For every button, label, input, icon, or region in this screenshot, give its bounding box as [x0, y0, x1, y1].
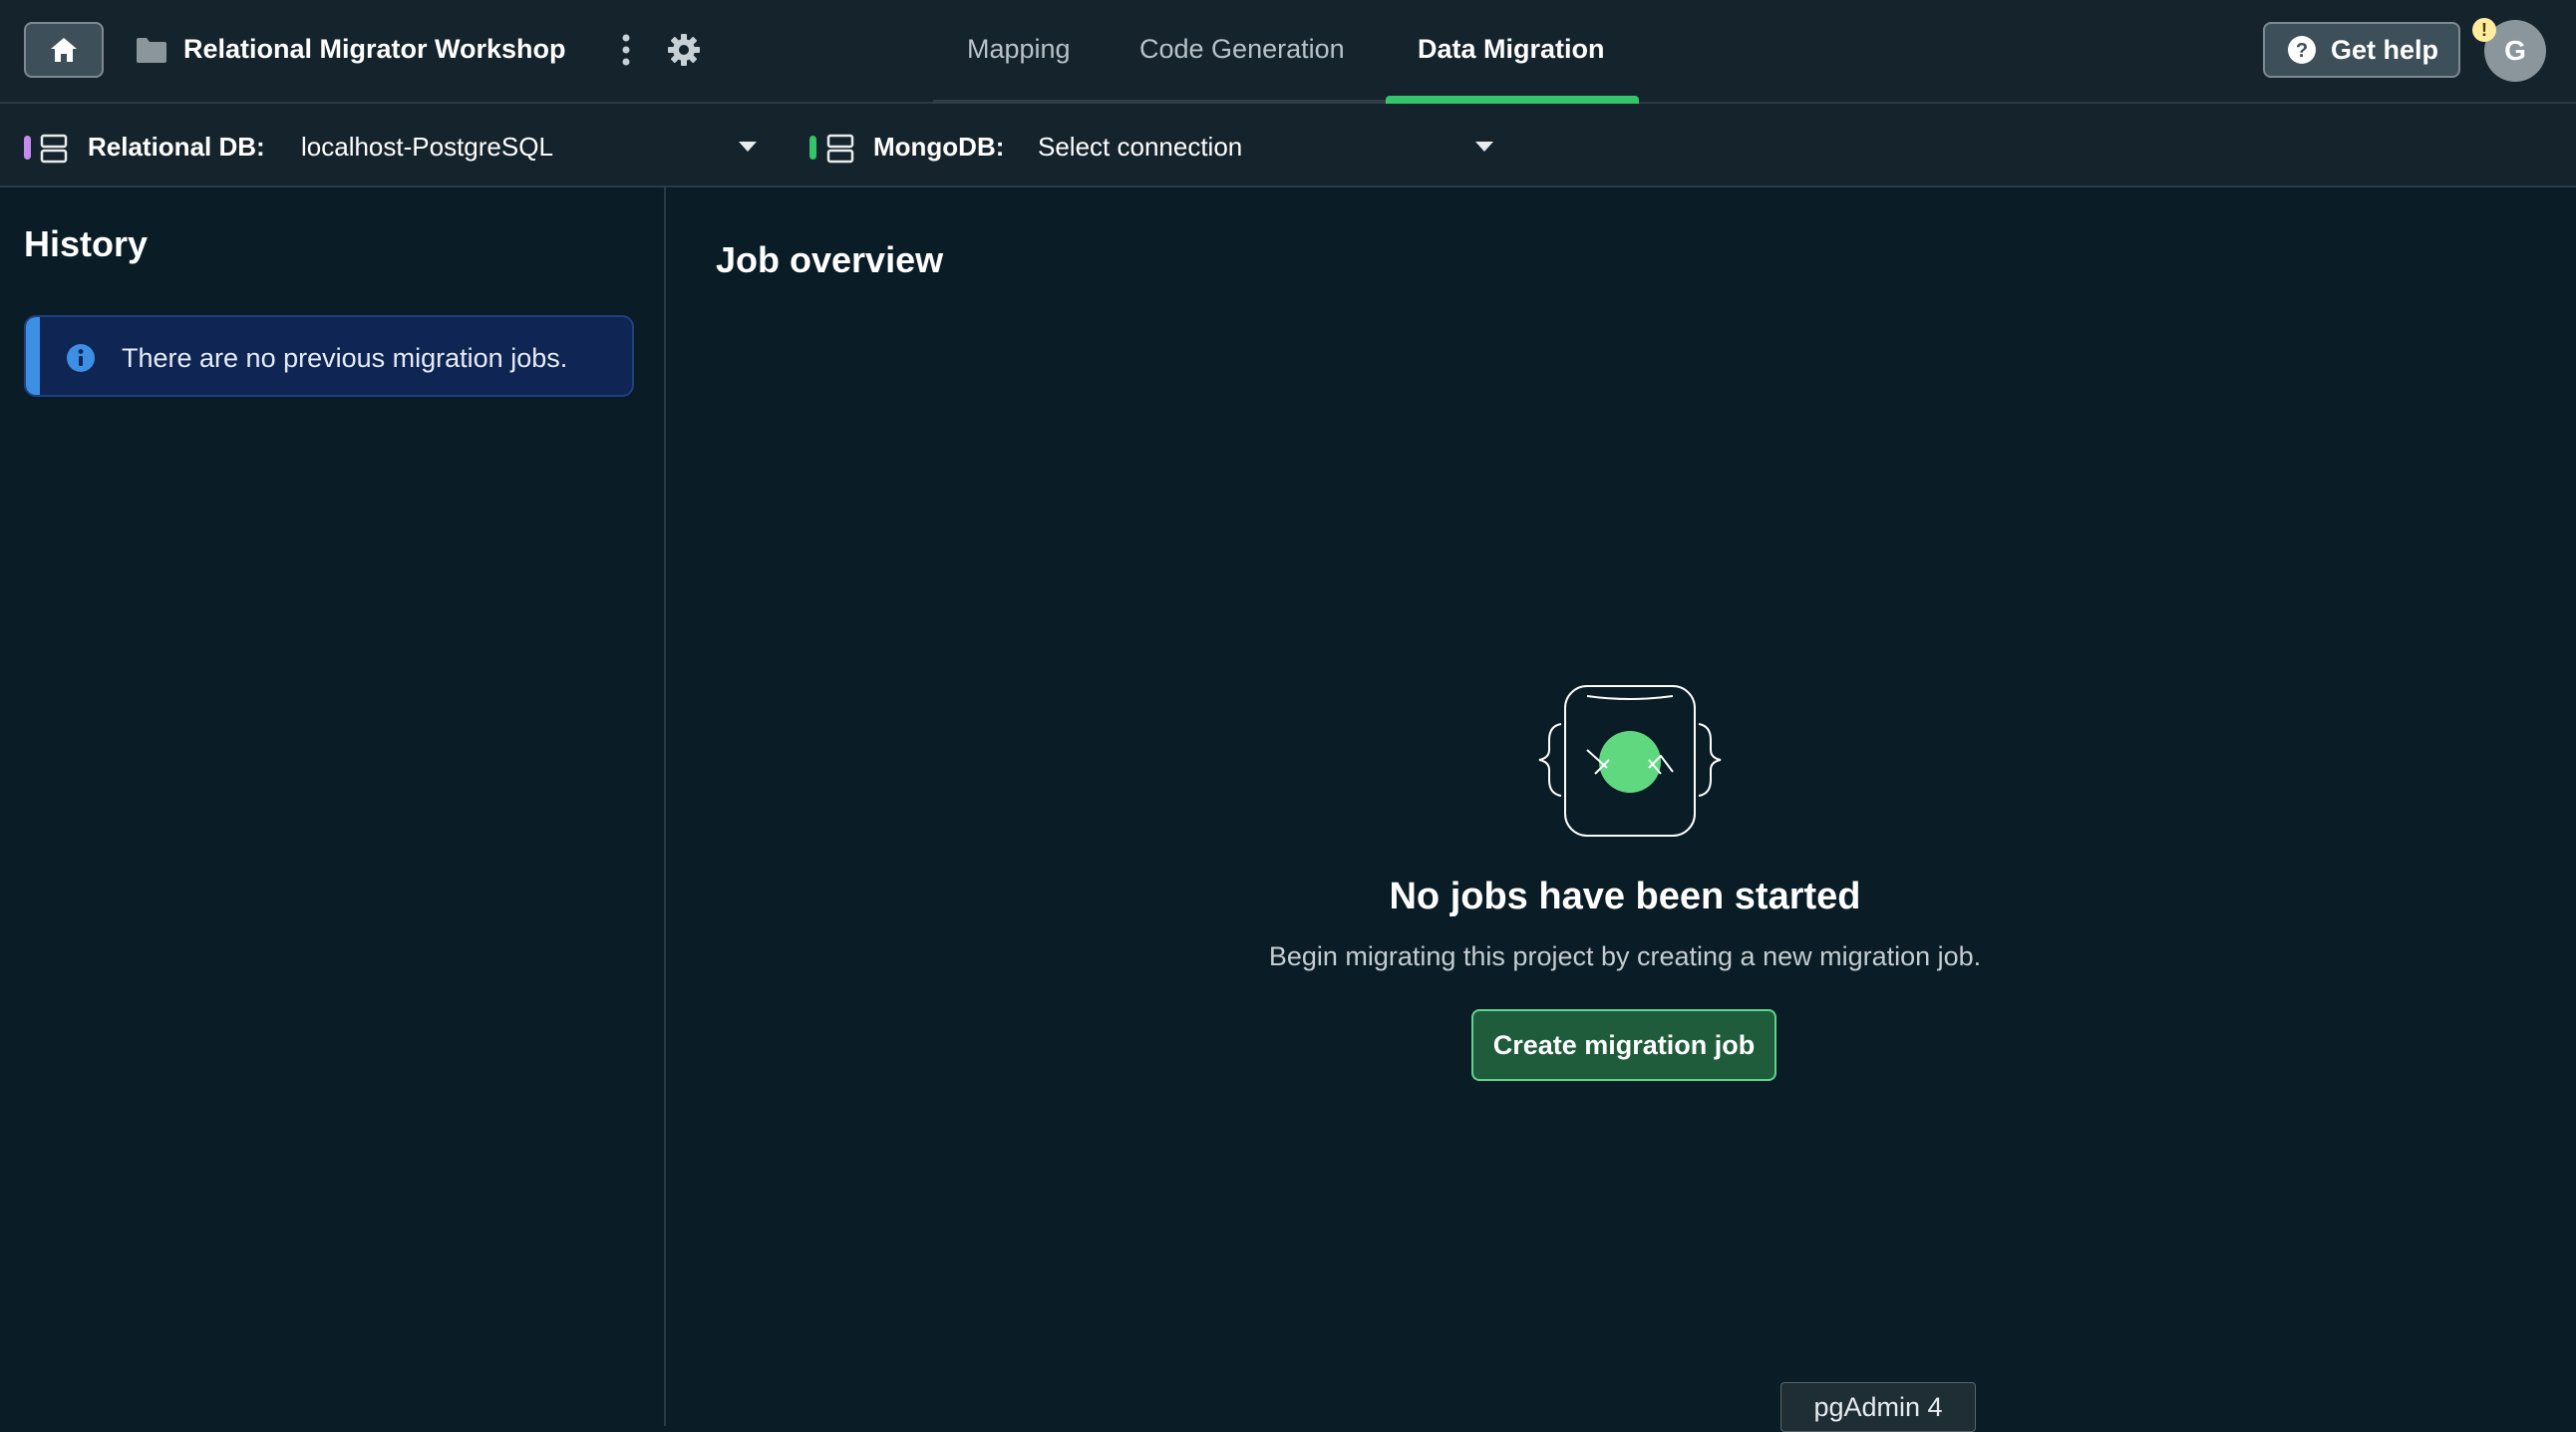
- tab-mapping[interactable]: Mapping: [967, 34, 1071, 65]
- create-migration-job-button[interactable]: Create migration job: [1471, 1009, 1776, 1081]
- main-panel: Job overview No jobs have been started B…: [668, 187, 2576, 1426]
- home-icon: [51, 38, 77, 62]
- info-banner-message: There are no previous migration jobs.: [122, 343, 568, 373]
- page-title: Job overview: [716, 239, 944, 280]
- svg-text:?: ?: [2296, 40, 2308, 62]
- project-title[interactable]: Relational Migrator Workshop: [183, 34, 566, 65]
- active-tab-indicator: [1386, 96, 1639, 104]
- mongodb-label: MongoDB:: [873, 132, 1005, 162]
- relational-db-label: Relational DB:: [88, 132, 265, 162]
- database-icon: [826, 134, 854, 164]
- database-icon: [40, 134, 68, 164]
- alert-badge-icon[interactable]: !: [2472, 18, 2496, 42]
- get-help-button[interactable]: ? Get help: [2263, 22, 2460, 78]
- migration-illustration-icon: [1538, 685, 1722, 837]
- get-help-label: Get help: [2331, 34, 2439, 65]
- home-button[interactable]: [24, 22, 104, 78]
- history-sidebar: History There are no previous migration …: [0, 187, 666, 1426]
- taskbar-tooltip: pgAdmin 4: [1780, 1382, 1976, 1432]
- relational-status-indicator: [24, 136, 31, 160]
- mongodb-status-indicator: [809, 136, 816, 160]
- top-bar: Relational Migrator Workshop Mapping Cod…: [0, 0, 2576, 104]
- info-banner: There are no previous migration jobs.: [24, 315, 634, 397]
- tab-code-generation[interactable]: Code Generation: [1139, 34, 1345, 65]
- relational-dropdown-caret-icon[interactable]: [739, 142, 757, 152]
- folder-icon: [137, 38, 166, 63]
- history-title: History: [24, 223, 149, 264]
- tab-data-migration[interactable]: Data Migration: [1418, 34, 1605, 65]
- mongodb-connection-select[interactable]: Select connection: [1038, 132, 1242, 163]
- info-icon: [67, 344, 95, 372]
- empty-state-subtitle: Begin migrating this project by creating…: [1268, 941, 1982, 971]
- more-options-icon[interactable]: [614, 32, 638, 68]
- mongodb-dropdown-caret-icon[interactable]: [1475, 142, 1493, 152]
- connection-bar: Relational DB: localhost-PostgreSQL Mong…: [0, 104, 2576, 187]
- settings-gear-icon[interactable]: [666, 32, 702, 68]
- empty-state-title: No jobs have been started: [1389, 876, 1861, 917]
- info-banner-stripe: [26, 317, 40, 395]
- relational-db-select[interactable]: localhost-PostgreSQL: [301, 132, 553, 163]
- question-icon: ?: [2288, 36, 2316, 64]
